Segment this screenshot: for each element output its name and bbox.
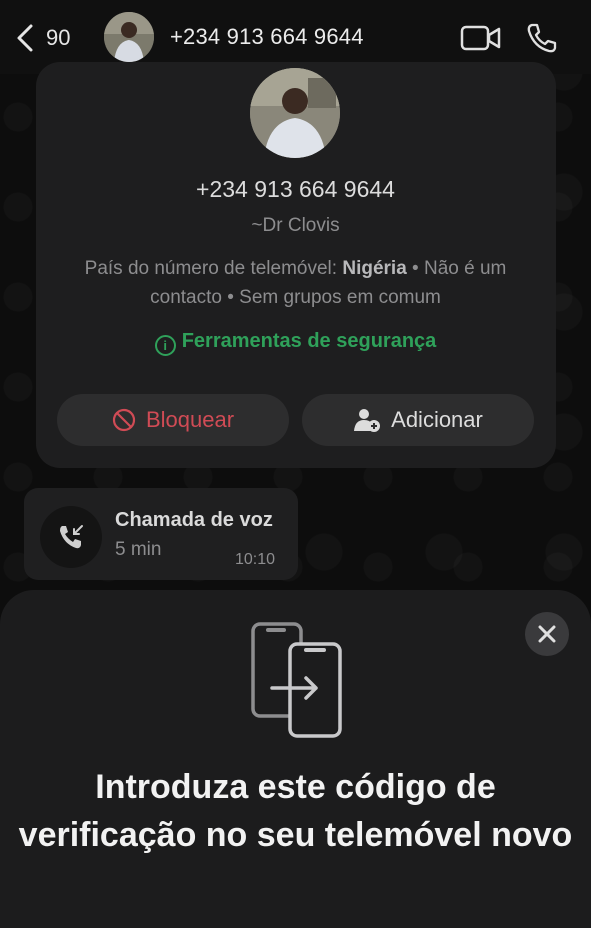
close-icon bbox=[538, 625, 556, 643]
add-contact-button[interactable]: Adicionar bbox=[302, 394, 534, 446]
add-label: Adicionar bbox=[391, 407, 483, 432]
chevron-left-icon bbox=[17, 24, 33, 52]
call-time: 10:10 bbox=[235, 551, 276, 568]
chat-title[interactable]: +234 913 664 9644 bbox=[170, 24, 364, 50]
block-icon bbox=[112, 408, 136, 432]
sheet-title: Introduza este código de verificação no … bbox=[18, 768, 573, 854]
phone-icon[interactable] bbox=[526, 22, 558, 54]
unread-count: 90 bbox=[46, 25, 71, 50]
country-label: País do número de telemóvel: bbox=[84, 258, 343, 279]
add-contact-icon bbox=[354, 409, 381, 432]
security-label: Ferramentas de segurança bbox=[181, 330, 437, 352]
block-label: Bloquear bbox=[145, 407, 235, 432]
info-icon: i bbox=[154, 335, 176, 356]
block-button[interactable]: Bloquear bbox=[57, 394, 289, 446]
back-button[interactable]: 90 bbox=[14, 20, 84, 56]
country-value: Nigéria bbox=[342, 258, 407, 279]
video-call-icon[interactable] bbox=[460, 24, 502, 52]
contact-name: ~Dr Clovis bbox=[251, 215, 340, 236]
contact-avatar[interactable] bbox=[250, 68, 340, 158]
voice-call-message[interactable]: Chamada de voz 5 min 10:10 bbox=[24, 488, 298, 580]
call-title: Chamada de voz bbox=[115, 509, 273, 531]
security-tools-link[interactable]: i Ferramentas de segurança bbox=[0, 330, 591, 356]
transfer-phones-icon bbox=[251, 622, 342, 738]
contact-details: País do número de telemóvel: Nigéria • N… bbox=[50, 254, 541, 312]
call-duration: 5 min bbox=[115, 539, 162, 560]
contact-phone: +234 913 664 9644 bbox=[196, 176, 395, 202]
call-icon-circle bbox=[40, 506, 102, 568]
close-button[interactable] bbox=[525, 612, 569, 656]
incoming-call-icon bbox=[60, 525, 83, 549]
avatar[interactable] bbox=[104, 12, 154, 62]
